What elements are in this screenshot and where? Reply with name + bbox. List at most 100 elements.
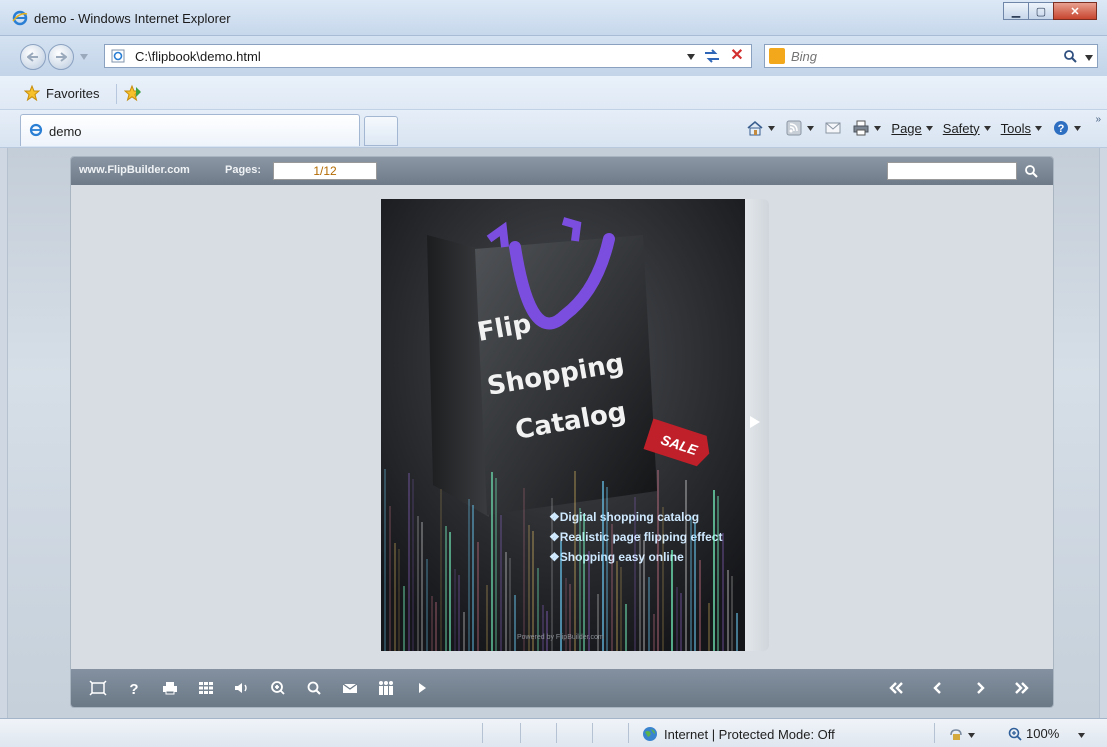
viewer-tools: ? (89, 680, 431, 696)
tab-demo[interactable]: demo (20, 114, 360, 146)
search-box[interactable] (764, 44, 1098, 68)
tab-label: demo (49, 124, 82, 139)
back-arrow-icon (27, 52, 38, 62)
maximize-icon: ▢ (1035, 5, 1047, 18)
first-page-icon[interactable] (887, 680, 905, 696)
close-icon: ✕ (1070, 5, 1080, 18)
svg-text:?: ? (1058, 123, 1065, 135)
autoplay-icon[interactable] (413, 680, 431, 696)
command-bar: Page Safety Tools ? (746, 120, 1081, 136)
viewer-search-icon[interactable] (1023, 163, 1039, 179)
viewer-search-input[interactable] (887, 162, 1017, 180)
more-commands-icon[interactable]: » (1095, 114, 1101, 125)
thumbnails-icon[interactable] (197, 680, 215, 696)
bullet-line-1: ❖Digital shopping catalog (549, 510, 699, 524)
printer-icon (853, 120, 869, 136)
recent-pages-chevron-icon[interactable] (80, 54, 88, 60)
zoom-dropdown-icon[interactable] (1078, 733, 1085, 738)
book-cover-page[interactable]: Flip Shopping Catalog SALE ❖Digital shop… (381, 199, 745, 651)
print-icon[interactable] (161, 680, 179, 696)
safety-menu[interactable]: Safety (943, 121, 991, 136)
search-input[interactable] (791, 48, 1051, 64)
viewer-site-link[interactable]: www.FlipBuilder.com (79, 164, 190, 176)
next-page-icon[interactable] (971, 680, 989, 696)
safety-menu-chevron-icon (983, 125, 991, 131)
feeds-button[interactable] (785, 120, 815, 136)
status-divider (556, 723, 557, 743)
feeds-icon (786, 120, 802, 136)
social-share-icon[interactable] (377, 680, 395, 696)
minimize-icon: ▁ (1011, 5, 1021, 18)
favorites-separator (116, 84, 117, 104)
home-icon (747, 120, 763, 136)
safety-menu-label: Safety (942, 120, 980, 136)
title-bar: demo - Windows Internet Explorer ▁ ▢ ✕ (0, 0, 1107, 36)
page-next-arrow-icon[interactable] (749, 415, 761, 429)
status-divider (482, 723, 483, 743)
new-tab-button[interactable] (364, 116, 398, 146)
status-divider (934, 723, 935, 743)
favorites-bar: Favorites (0, 76, 1107, 110)
address-bar[interactable]: C:\flipbook\demo.html ✕ (104, 44, 752, 68)
stop-icon[interactable]: ✕ (729, 48, 745, 64)
read-mail-button[interactable] (824, 120, 842, 136)
page-menu[interactable]: Page (891, 120, 933, 136)
address-url[interactable]: C:\flipbook\demo.html (135, 49, 261, 64)
back-button[interactable] (20, 44, 46, 70)
search-icon[interactable] (1063, 49, 1077, 63)
print-dropdown-icon[interactable] (874, 125, 882, 131)
tools-menu[interactable]: Tools (1001, 121, 1042, 136)
status-bar: Internet | Protected Mode: Off 100% (0, 718, 1107, 747)
tab-ie-icon (29, 123, 43, 137)
help-icon[interactable]: ? (125, 680, 143, 696)
page-menu-label: Page (891, 120, 922, 136)
tools-menu-label: Tools (1000, 120, 1031, 136)
zoom-in-icon[interactable] (269, 680, 287, 696)
protected-mode-dropdown-icon[interactable] (968, 733, 975, 738)
home-dropdown-icon[interactable] (768, 125, 776, 131)
protected-mode-icon[interactable] (948, 726, 964, 742)
svg-text:?: ? (129, 681, 138, 696)
add-to-favorites-bar-icon[interactable] (124, 84, 142, 102)
close-button[interactable]: ✕ (1053, 2, 1097, 20)
favorites-label: Favorites (46, 85, 100, 101)
bing-logo-icon (769, 48, 785, 64)
home-button[interactable] (746, 120, 776, 136)
help-menu-chevron-icon (1074, 125, 1081, 131)
tab-row: demo Page Safety Tools ? » (0, 110, 1107, 148)
fit-to-screen-icon[interactable] (89, 680, 107, 696)
flipbook-viewer: www.FlipBuilder.com Pages: 1/12 Flip Sho… (70, 156, 1054, 708)
feeds-dropdown-icon[interactable] (807, 125, 815, 131)
favorites-button[interactable]: Favorites (24, 85, 99, 101)
viewer-top-bar: www.FlipBuilder.com Pages: 1/12 (71, 157, 1053, 185)
previous-page-icon[interactable] (929, 680, 947, 696)
security-zone[interactable]: Internet | Protected Mode: Off (642, 726, 835, 742)
search-options-chevron-icon[interactable] (1085, 55, 1093, 61)
compatibility-view-icon[interactable] (703, 48, 721, 64)
zoom-label: 100% (1026, 726, 1060, 741)
status-divider (592, 723, 593, 743)
window-controls: ▁ ▢ ✕ (1003, 2, 1097, 20)
forward-button[interactable] (48, 44, 74, 70)
page-menu-chevron-icon (925, 125, 933, 131)
address-toolbar: C:\flipbook\demo.html ✕ (0, 36, 1107, 76)
email-icon[interactable] (341, 680, 359, 696)
viewer-page-navigation (887, 680, 1031, 696)
print-button[interactable] (852, 120, 882, 136)
help-icon: ? (1054, 121, 1068, 135)
address-dropdown-icon[interactable] (687, 54, 695, 60)
zoom-icon (1008, 727, 1022, 741)
powered-by-text: Powered by FlipBuilder.com (517, 634, 604, 641)
ie-logo-icon (12, 10, 28, 26)
sound-icon[interactable] (233, 680, 251, 696)
left-frame-edge (0, 148, 8, 718)
zoom-level[interactable]: 100% (1008, 726, 1059, 741)
last-page-icon[interactable] (1013, 680, 1031, 696)
help-menu[interactable]: ? (1052, 120, 1081, 136)
search-icon[interactable] (305, 680, 323, 696)
status-divider (520, 723, 521, 743)
maximize-button[interactable]: ▢ (1028, 2, 1054, 20)
page-number-input[interactable]: 1/12 (273, 162, 377, 180)
minimize-button[interactable]: ▁ (1003, 2, 1029, 20)
favorites-star-icon (24, 85, 40, 101)
